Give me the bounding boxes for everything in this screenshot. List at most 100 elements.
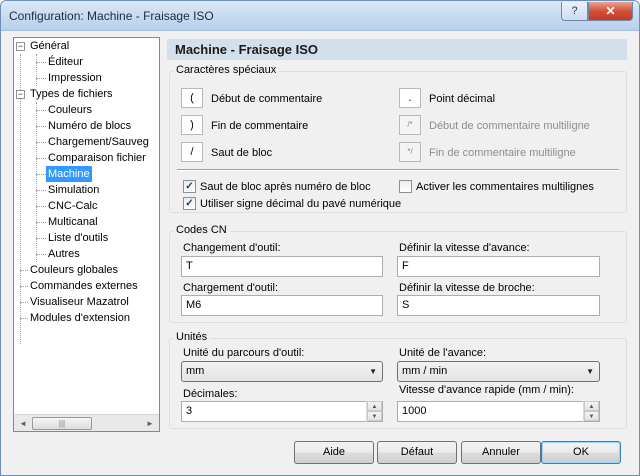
- comment-end-label: Fin de commentaire: [211, 120, 309, 132]
- toolpath-unit-label: Unité du parcours d'outil:: [183, 347, 305, 359]
- comment-end-char-field[interactable]: ): [181, 115, 203, 135]
- rapid-feed-label: Vitesse d'avance rapide (mm / min):: [399, 384, 574, 396]
- close-window-button[interactable]: ✕: [588, 2, 633, 21]
- tree-item-editor[interactable]: Éditeur: [46, 54, 85, 70]
- tree-item-cnc-calc[interactable]: CNC-Calc: [46, 198, 100, 214]
- tool-change-label: Changement d'outil:: [183, 242, 281, 254]
- block-skip-label: Saut de bloc: [211, 147, 273, 159]
- block-skip-char-field[interactable]: /: [181, 142, 203, 162]
- numpad-decimal-checkbox[interactable]: ✓: [183, 197, 196, 210]
- block-skip-after-number-checkbox[interactable]: ✓: [183, 180, 196, 193]
- tree-connector: [36, 110, 46, 111]
- tree-connector: [36, 238, 46, 239]
- chevron-down-icon: ▼: [369, 367, 377, 376]
- spin-down-icon[interactable]: ▼: [367, 411, 382, 421]
- ok-button[interactable]: OK: [541, 441, 621, 464]
- window-title: Configuration: Machine - Fraisage ISO: [9, 9, 214, 23]
- rapid-feed-input[interactable]: 1000: [397, 401, 600, 422]
- tree-item-global-colors[interactable]: Couleurs globales: [28, 262, 120, 278]
- decimal-point-label: Point décimal: [429, 93, 496, 105]
- scroll-thumb[interactable]: |||: [32, 417, 92, 430]
- tree-item-general[interactable]: Général: [28, 38, 71, 54]
- spin-up-icon[interactable]: ▲: [584, 401, 599, 411]
- spindle-speed-label: Définir la vitesse de broche:: [399, 282, 535, 294]
- tree-connector: [36, 174, 46, 175]
- configuration-dialog: Configuration: Machine - Fraisage ISO ? …: [0, 0, 640, 476]
- decimals-label: Décimales:: [183, 388, 238, 400]
- question-mark-icon: ?: [571, 5, 578, 17]
- decimals-input[interactable]: 3: [181, 401, 383, 422]
- block-skip-after-number-label[interactable]: Saut de bloc après numéro de bloc: [200, 181, 371, 193]
- tree-connector: [20, 286, 28, 287]
- checkmark-icon: ✓: [185, 198, 194, 209]
- tree-horizontal-scrollbar[interactable]: ◄ ||| ►: [14, 414, 159, 431]
- tree-item-colors[interactable]: Couleurs: [46, 102, 94, 118]
- tree-connector: [36, 54, 37, 86]
- title-bar: Configuration: Machine - Fraisage ISO ? …: [1, 1, 639, 31]
- collapse-general-icon[interactable]: −: [16, 42, 25, 51]
- help-title-button[interactable]: ?: [561, 2, 588, 21]
- decimal-point-char-field[interactable]: .: [399, 88, 421, 108]
- tree-item-file-types[interactable]: Types de fichiers: [28, 86, 115, 102]
- tree-item-block-numbers[interactable]: Numéro de blocs: [46, 118, 133, 134]
- spin-up-icon[interactable]: ▲: [367, 401, 382, 411]
- rapid-feed-stepper[interactable]: ▲ ▼: [583, 401, 599, 422]
- scroll-right-icon[interactable]: ►: [142, 416, 158, 431]
- comment-start-char-field[interactable]: (: [181, 88, 203, 108]
- tree-connector: [20, 270, 28, 271]
- multiline-comment-end-char-field: */: [399, 142, 421, 162]
- units-title: Unités: [173, 331, 211, 343]
- collapse-file-types-icon[interactable]: −: [16, 90, 25, 99]
- settings-tree[interactable]: − Général Éditeur Impression − Types de …: [13, 37, 160, 432]
- tree-connector: [36, 206, 46, 207]
- tree-connector: [36, 254, 46, 255]
- checkmark-icon: ✓: [185, 181, 194, 192]
- tree-connector: [20, 302, 28, 303]
- enable-multiline-comments-checkbox[interactable]: [399, 180, 412, 193]
- numpad-decimal-label[interactable]: Utiliser signe décimal du pavé numérique: [200, 198, 401, 210]
- feed-unit-label: Unité de l'avance:: [399, 347, 487, 359]
- close-icon: ✕: [605, 4, 616, 18]
- cancel-button[interactable]: Annuler: [461, 441, 541, 464]
- dialog-client-area: − Général Éditeur Impression − Types de …: [7, 31, 633, 471]
- spindle-speed-input[interactable]: S: [397, 295, 600, 316]
- multiline-comment-start-label: Début de commentaire multiligne: [429, 120, 590, 132]
- decimals-stepper[interactable]: ▲ ▼: [366, 401, 382, 422]
- feed-unit-select[interactable]: mm / min ▼: [397, 361, 600, 382]
- tree-item-printing[interactable]: Impression: [46, 70, 104, 86]
- tree-item-multichannel[interactable]: Multicanal: [46, 214, 100, 230]
- tree-connector: [36, 158, 46, 159]
- tree-item-simulation[interactable]: Simulation: [46, 182, 101, 198]
- tree-connector: [36, 190, 46, 191]
- scroll-left-icon[interactable]: ◄: [15, 416, 31, 431]
- tree-item-mazatrol-viewer[interactable]: Visualiseur Mazatrol: [28, 294, 131, 310]
- tree-item-external-commands[interactable]: Commandes externes: [28, 278, 140, 294]
- cn-codes-title: Codes CN: [173, 224, 230, 236]
- chevron-down-icon: ▼: [586, 367, 594, 376]
- tree-connector: [36, 78, 46, 79]
- tree-item-load-save[interactable]: Chargement/Sauveg: [46, 134, 151, 150]
- enable-multiline-comments-label[interactable]: Activer les commentaires multilignes: [416, 181, 594, 193]
- tool-change-input[interactable]: T: [181, 256, 383, 277]
- spin-down-icon[interactable]: ▼: [584, 411, 599, 421]
- multiline-comment-end-label: Fin de commentaire multiligne: [429, 147, 576, 159]
- help-button[interactable]: Aide: [294, 441, 374, 464]
- tree-item-others[interactable]: Autres: [46, 246, 82, 262]
- tree-connector: [36, 222, 46, 223]
- tree-item-extensions[interactable]: Modules d'extension: [28, 310, 132, 326]
- restore-default-button[interactable]: Défaut: [377, 441, 457, 464]
- tree-connector: [36, 62, 46, 63]
- tree-item-tool-list[interactable]: Liste d'outils: [46, 230, 110, 246]
- tool-load-input[interactable]: M6: [181, 295, 383, 316]
- feed-rate-input[interactable]: F: [397, 256, 600, 277]
- tree-item-file-comparison[interactable]: Comparaison fichier: [46, 150, 148, 166]
- resize-grip-icon[interactable]: [621, 459, 631, 469]
- tree-item-machine[interactable]: Machine: [46, 166, 92, 182]
- comment-start-label: Début de commentaire: [211, 93, 323, 105]
- toolpath-unit-value: mm: [186, 365, 205, 377]
- toolpath-unit-select[interactable]: mm ▼: [181, 361, 383, 382]
- feed-rate-label: Définir la vitesse d'avance:: [399, 242, 530, 254]
- feed-unit-value: mm / min: [402, 365, 448, 377]
- multiline-comment-start-char-field: /*: [399, 115, 421, 135]
- separator: [177, 169, 619, 171]
